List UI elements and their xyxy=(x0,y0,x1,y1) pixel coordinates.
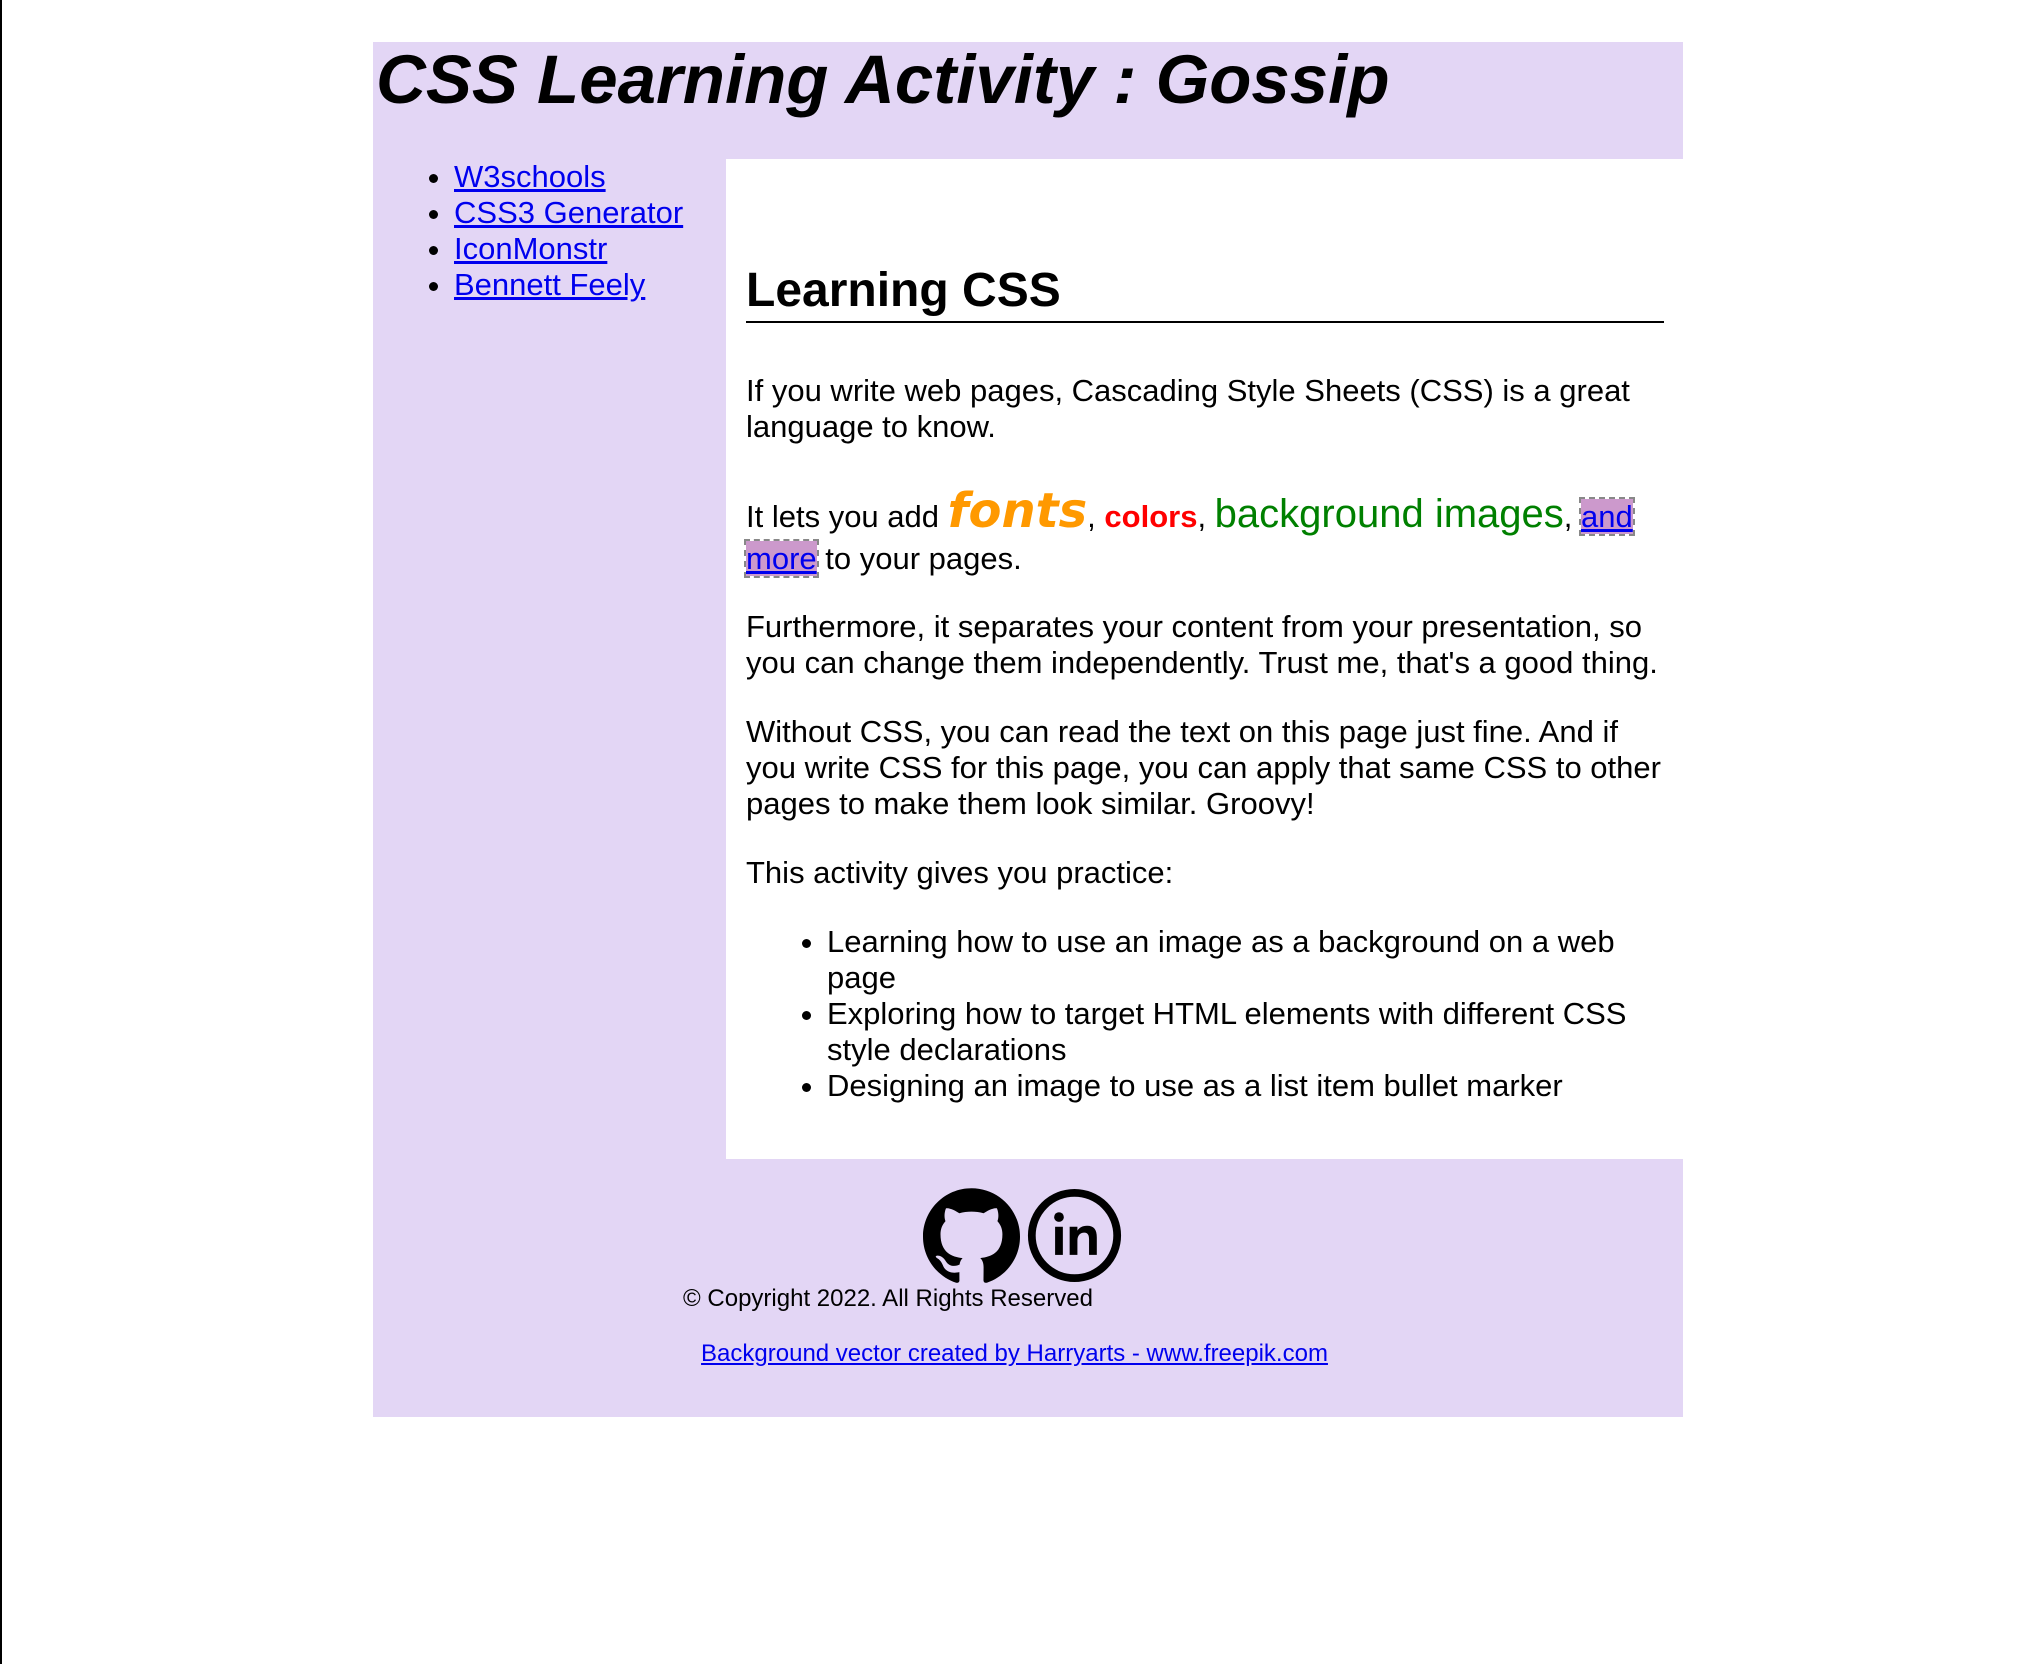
window-left-border xyxy=(0,0,2,1664)
sidebar-link-iconmonstr[interactable]: IconMonstr xyxy=(454,231,607,266)
features-suffix: to your pages. xyxy=(816,541,1022,576)
github-icon xyxy=(923,1188,1020,1283)
separate-paragraph: Furthermore, it separates your content f… xyxy=(746,609,1658,680)
social-links xyxy=(923,1187,1123,1285)
main-content-inner: Learning CSS If you write web pages, Cas… xyxy=(744,159,1664,1104)
sidebar-item: IconMonstr xyxy=(454,231,725,267)
footer: © Copyright 2022. All Rights Reserved Ba… xyxy=(373,1159,1683,1417)
sidebar-nav: W3schools CSS3 Generator IconMonstr Benn… xyxy=(373,159,725,303)
main-heading: Learning CSS xyxy=(746,159,1664,323)
site-title: CSS Learning Activity : Gossip xyxy=(376,41,1390,118)
linkedin-link[interactable] xyxy=(1026,1187,1123,1284)
sidebar-link-list: W3schools CSS3 Generator IconMonstr Benn… xyxy=(373,159,725,303)
without-css-paragraph: Without CSS, you can read the text on th… xyxy=(746,714,1661,821)
activity-intro-paragraph: This activity gives you practice: xyxy=(746,855,1174,890)
intro-paragraph: If you write web pages, Cascading Style … xyxy=(746,373,1630,444)
separator: , xyxy=(1197,499,1215,534)
background-images-word: background images xyxy=(1214,492,1564,536)
features-prefix: It lets you add xyxy=(746,499,948,534)
practice-list: Learning how to use an image as a backgr… xyxy=(746,924,1664,1104)
copyright-text: © Copyright 2022. All Rights Reserved xyxy=(683,1285,1093,1312)
credit-line: Background vector created by Harryarts -… xyxy=(373,1340,1656,1368)
sidebar-item: CSS3 Generator xyxy=(454,195,725,231)
practice-item: Exploring how to target HTML elements wi… xyxy=(827,996,1664,1068)
separator: , xyxy=(1087,499,1105,534)
background-credit-link[interactable]: Background vector created by Harryarts -… xyxy=(701,1340,1328,1367)
page-container: CSS Learning Activity : Gossip W3schools… xyxy=(373,41,1683,1417)
practice-item: Designing an image to use as a list item… xyxy=(827,1068,1664,1104)
sidebar-link-bennett-feely[interactable]: Bennett Feely xyxy=(454,267,645,302)
sidebar-link-w3schools[interactable]: W3schools xyxy=(454,159,606,194)
separator: , xyxy=(1563,499,1582,534)
colors-word: colors xyxy=(1104,499,1198,534)
linkedin-icon xyxy=(1027,1188,1122,1283)
fonts-word: fonts xyxy=(947,483,1088,539)
github-link[interactable] xyxy=(923,1187,1020,1284)
sidebar-item: Bennett Feely xyxy=(454,267,725,303)
sidebar-item: W3schools xyxy=(454,159,725,195)
practice-item: Learning how to use an image as a backgr… xyxy=(827,924,1664,996)
features-paragraph: It lets you add fonts, colors, backgroun… xyxy=(744,487,1664,580)
sidebar-link-css3-generator[interactable]: CSS3 Generator xyxy=(454,195,683,230)
main-content: Learning CSS If you write web pages, Cas… xyxy=(726,159,1683,1159)
